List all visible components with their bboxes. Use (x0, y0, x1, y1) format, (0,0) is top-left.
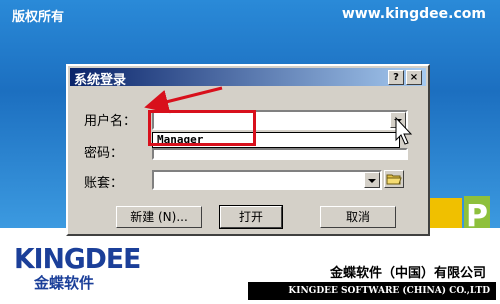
annotation-arrow-icon (144, 86, 413, 145)
mouse-cursor-icon (395, 116, 413, 145)
